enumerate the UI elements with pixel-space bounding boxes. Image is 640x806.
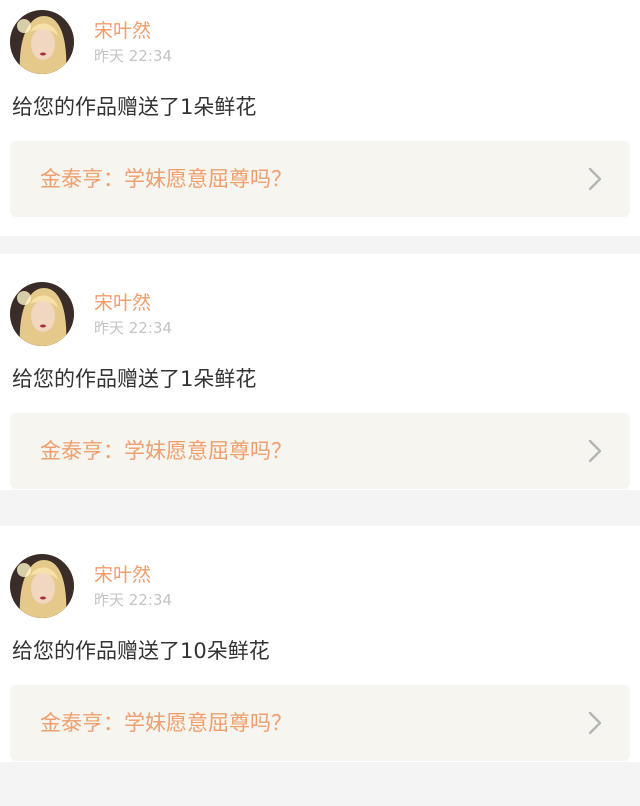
- username[interactable]: 宋叶然: [94, 292, 151, 314]
- avatar-image: [10, 282, 74, 346]
- timestamp: 昨天 22:34: [94, 319, 172, 337]
- notification-list: 宋叶然 昨天 22:34 给您的作品赠送了1朵鲜花 金泰亨：学妹愿意屈尊吗？ 宋…: [0, 0, 640, 806]
- notification-card: 宋叶然 昨天 22:34 给您的作品赠送了1朵鲜花 金泰亨：学妹愿意屈尊吗？: [0, 254, 640, 490]
- timestamp: 昨天 22:34: [94, 47, 172, 65]
- notification-message: 给您的作品赠送了1朵鲜花: [12, 95, 257, 119]
- avatar-image: [10, 554, 74, 618]
- chevron-right-icon: [588, 711, 602, 735]
- work-link-card[interactable]: 金泰亨：学妹愿意屈尊吗？: [10, 141, 630, 217]
- username[interactable]: 宋叶然: [94, 20, 151, 42]
- work-title: 金泰亨：学妹愿意屈尊吗？: [40, 167, 292, 191]
- avatar[interactable]: [10, 554, 74, 618]
- notification-message: 给您的作品赠送了1朵鲜花: [12, 367, 257, 391]
- avatar-image: [10, 10, 74, 74]
- avatar[interactable]: [10, 282, 74, 346]
- notification-message: 给您的作品赠送了10朵鲜花: [12, 639, 270, 663]
- timestamp: 昨天 22:34: [94, 591, 172, 609]
- chevron-right-icon: [588, 439, 602, 463]
- work-link-card[interactable]: 金泰亨：学妹愿意屈尊吗？: [10, 685, 630, 761]
- notification-card: 宋叶然 昨天 22:34 给您的作品赠送了1朵鲜花 金泰亨：学妹愿意屈尊吗？: [0, 0, 640, 236]
- work-title: 金泰亨：学妹愿意屈尊吗？: [40, 439, 292, 463]
- notification-card: 宋叶然 昨天 22:34 给您的作品赠送了10朵鲜花 金泰亨：学妹愿意屈尊吗？: [0, 526, 640, 762]
- avatar[interactable]: [10, 10, 74, 74]
- work-link-card[interactable]: 金泰亨：学妹愿意屈尊吗？: [10, 413, 630, 489]
- username[interactable]: 宋叶然: [94, 564, 151, 586]
- chevron-right-icon: [588, 167, 602, 191]
- work-title: 金泰亨：学妹愿意屈尊吗？: [40, 711, 292, 735]
